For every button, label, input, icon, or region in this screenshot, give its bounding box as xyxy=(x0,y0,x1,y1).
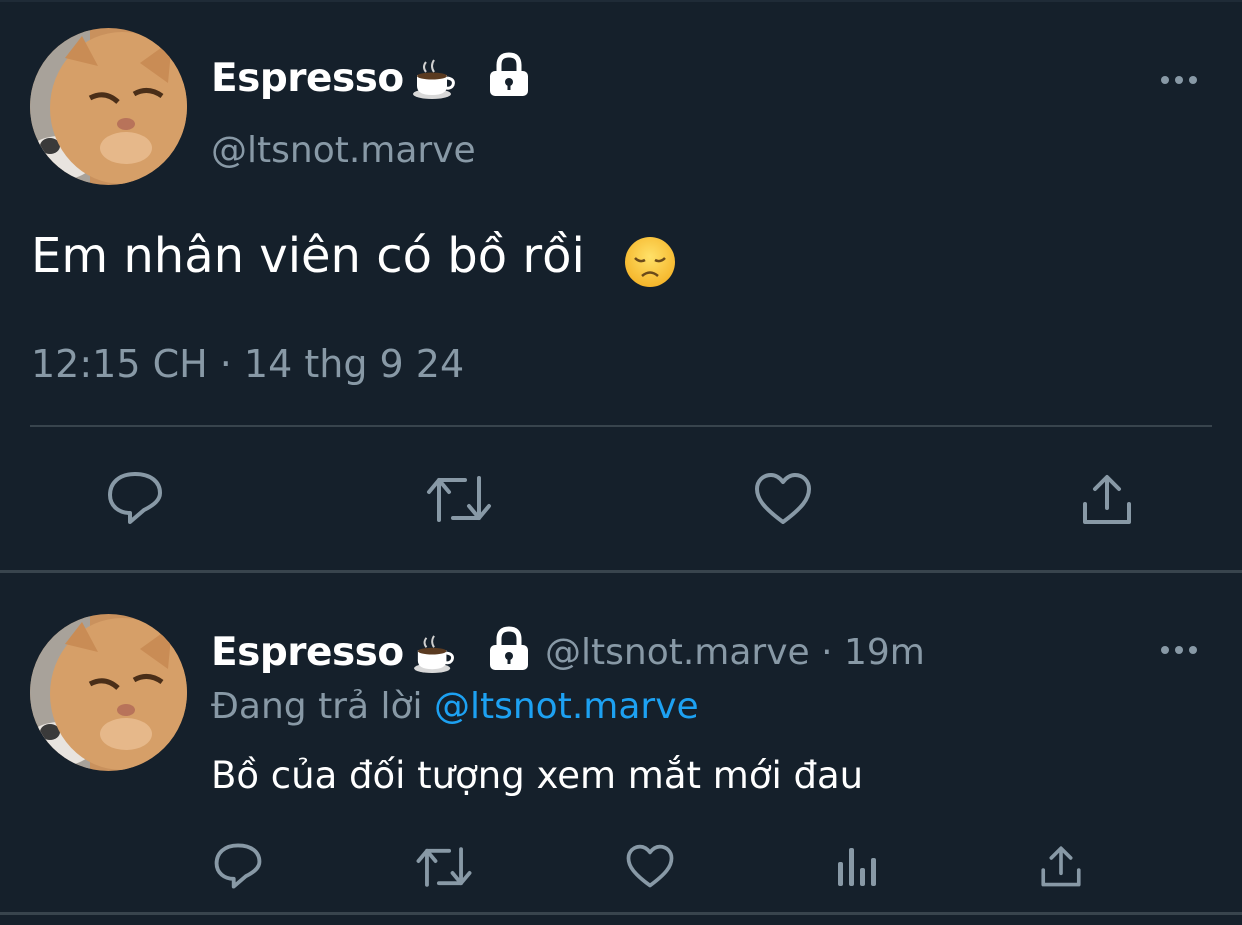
display-name[interactable]: Espresso xyxy=(211,630,404,675)
retweet-icon[interactable] xyxy=(415,844,473,890)
disappointed-face-icon xyxy=(625,237,675,287)
handle-and-time[interactable]: @ltsnot.marve · 19m xyxy=(545,632,925,673)
retweet-icon[interactable] xyxy=(425,472,493,526)
avatar[interactable] xyxy=(30,28,187,185)
lock-icon xyxy=(490,626,528,670)
timestamp[interactable]: 12:15 CH · 14 thg 9 24 xyxy=(31,342,464,386)
mention-link[interactable]: @ltsnot.marve xyxy=(434,686,699,727)
display-name[interactable]: Espresso xyxy=(211,56,404,101)
coffee-icon xyxy=(413,59,455,99)
more-options-icon[interactable] xyxy=(1159,74,1199,86)
replying-prefix: Đang trả lời xyxy=(211,686,423,727)
lock-icon xyxy=(490,52,528,96)
reply-icon[interactable] xyxy=(106,470,164,526)
tweet-text: Bồ của đối tượng xem mắt mới đau xyxy=(211,754,864,797)
avatar[interactable] xyxy=(30,614,187,771)
divider xyxy=(0,912,1242,915)
share-icon[interactable] xyxy=(1081,472,1133,526)
handle[interactable]: @ltsnot.marve xyxy=(211,130,476,171)
divider xyxy=(0,570,1242,573)
divider xyxy=(30,425,1212,427)
coffee-icon xyxy=(414,635,454,674)
share-icon[interactable] xyxy=(1040,844,1082,888)
like-icon[interactable] xyxy=(626,844,674,889)
reply-icon[interactable] xyxy=(213,842,263,890)
tweet-text: Em nhân viên có bồ rồi xyxy=(31,228,585,284)
more-options-icon[interactable] xyxy=(1159,644,1199,656)
like-icon[interactable] xyxy=(754,472,812,526)
top-divider xyxy=(0,0,1242,2)
replying-to: Đang trả lời @ltsnot.marve xyxy=(211,686,699,727)
tweet-thread-screen: Espresso @ltsnot.marve Em nhân viên có b… xyxy=(0,0,1242,925)
analytics-icon[interactable] xyxy=(836,844,878,888)
